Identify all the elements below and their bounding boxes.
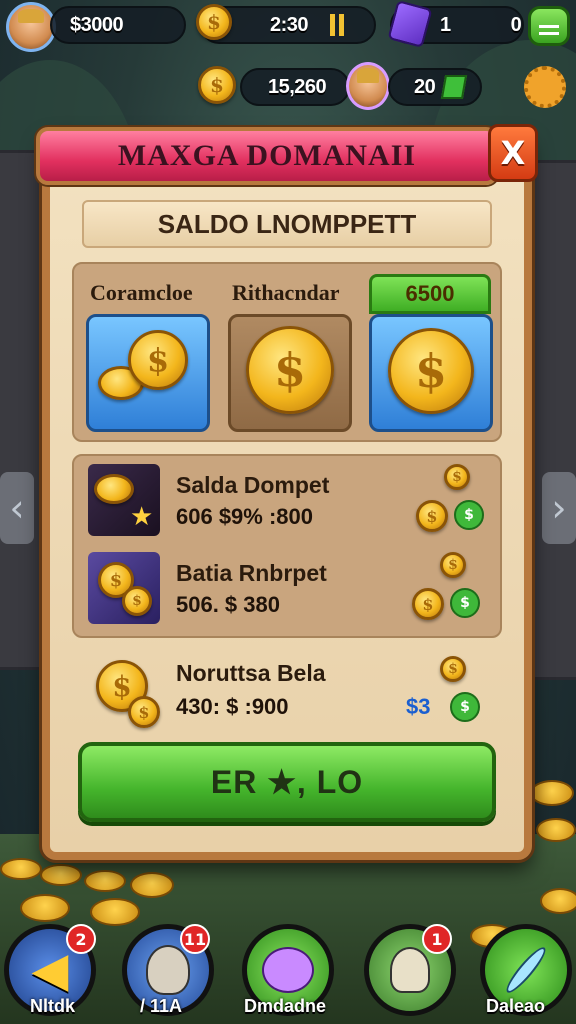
row-value-3: 430: $ :900 (176, 694, 289, 719)
level-value: 20 (414, 75, 436, 98)
nav-label-5: Daleao (486, 996, 546, 1016)
item-count-value: 1 (440, 13, 451, 36)
level-display: 20 (388, 68, 482, 106)
row-coin-small-2: $ (440, 552, 466, 578)
option-label-1: Coramcloe (90, 280, 193, 305)
pause-icon[interactable] (330, 14, 345, 36)
menu-button[interactable] (528, 6, 570, 46)
settings-gear-icon[interactable] (524, 66, 566, 108)
row-coin-small-1: $ (444, 464, 470, 490)
player-avatar[interactable] (6, 2, 56, 52)
close-button[interactable]: X (488, 124, 538, 182)
timer-value: 2:30 (270, 13, 309, 36)
row-coin-1: $ (416, 500, 448, 532)
nav-label-1: Nltdk (30, 996, 75, 1016)
balance-value: $3000 (70, 13, 124, 36)
row-action-button-2[interactable]: $ (450, 588, 480, 618)
row-value-1: 606 $9% :800 (176, 504, 313, 529)
ghost-icon (390, 947, 430, 993)
option-price-tag: 6500 (369, 274, 491, 314)
menu-icon (539, 24, 559, 28)
coin-icon-tile-2: $ (246, 326, 334, 414)
gold-value: 15,260 (268, 75, 327, 98)
coin-icon-tile-1: $ (128, 330, 188, 390)
row-action-button-1[interactable]: $ (454, 500, 484, 530)
row-coin-small-3: $ (440, 656, 466, 682)
feather-icon (501, 943, 551, 997)
arrow-right-button[interactable]: › (542, 472, 576, 544)
nav-label-2: / 11A (140, 996, 183, 1016)
dialog-title: MAXGA DOMANAII (117, 139, 417, 172)
gold-coin-icon: $ (198, 66, 236, 104)
confirm-button-label: ER ★, LO (210, 764, 364, 800)
row-coin-2: $ (412, 588, 444, 620)
row-badge-text: $3 (406, 694, 431, 719)
nav-badge-4: 1 (422, 924, 452, 954)
gold-display: 15,260 (240, 68, 350, 106)
pet-icon (262, 947, 314, 993)
zero-value: 0 (510, 13, 522, 36)
confirm-button[interactable]: ER ★, LO (78, 742, 496, 822)
arrow-icon: ◀ (31, 942, 69, 998)
star-icon: ★ (130, 502, 154, 532)
nav-badge-1: 2 (66, 924, 96, 954)
row-action-button-3[interactable]: $ (450, 692, 480, 722)
gem-icon (441, 75, 468, 99)
row-icon-2: $ $ (88, 552, 160, 624)
subtitle-ribbon: SALDO LNOMPPETT (82, 200, 492, 248)
coin-icon: $ (196, 4, 232, 40)
dialog-subtitle: SALDO LNOMPPETT (157, 208, 417, 239)
option-price: 6500 (405, 281, 455, 306)
row-icon-1: ★ (88, 464, 160, 536)
balance-display: $3000 (50, 6, 186, 44)
row-title-3: Noruttsa Bela (176, 660, 326, 686)
option-label-2: Rithacndar (232, 280, 340, 305)
nav-label-3: Dmdadne (244, 996, 327, 1016)
hero-avatar[interactable] (346, 62, 390, 110)
row-value-2: 506. $ 380 (176, 592, 280, 617)
row-title-2: Batia Rnbrpet (176, 560, 327, 586)
arrow-left-button[interactable]: ‹ (0, 472, 34, 544)
row-icon-3-small: $ (128, 696, 160, 728)
nav-badge-2: 11 (180, 924, 210, 954)
character-icon (146, 945, 190, 995)
dialog-title-bar: MAXGA DOMANAII (36, 127, 498, 185)
row-title-1: Salda Dompet (176, 472, 330, 498)
coin-icon-tile-3: $ (388, 328, 474, 414)
